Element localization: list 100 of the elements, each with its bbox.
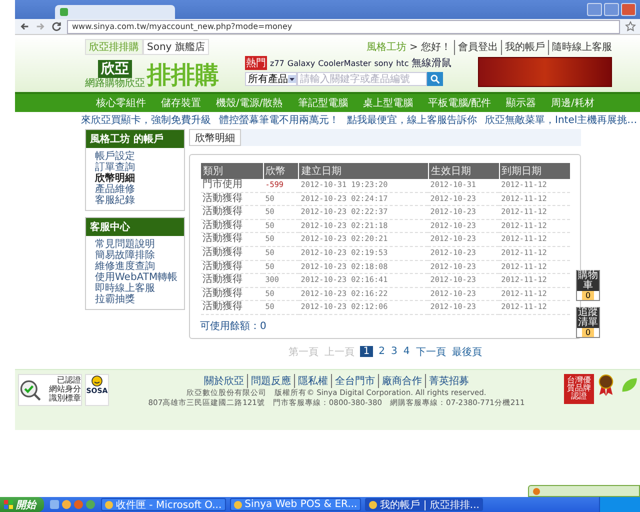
star-icon[interactable]: [625, 21, 636, 32]
sidebar-link[interactable]: 維修進度查詢: [95, 261, 184, 272]
promo-link[interactable]: 欣亞無敵菜單，Intel主機再展挑…: [485, 112, 638, 126]
logo-tagline: 網路購物欣亞: [85, 78, 145, 89]
table-cell: 門市使用: [200, 179, 264, 192]
footer-link[interactable]: 廠商合作: [378, 374, 422, 388]
taskbar-button[interactable]: 收件匣 - Microsoft O...: [101, 498, 226, 511]
reload-icon[interactable]: [51, 21, 62, 32]
windows-logo-icon: [4, 500, 13, 509]
column-header: 類別: [200, 163, 264, 179]
nav-link[interactable]: 周邊/耗材: [551, 96, 594, 110]
nav-link[interactable]: 機殼/電源/散熱: [216, 96, 283, 110]
sidebar-link[interactable]: 即時線上客服: [95, 283, 184, 294]
count-badge: 0: [582, 291, 594, 300]
sidebar-link[interactable]: 客服紀錄: [95, 195, 184, 206]
sidebar-link[interactable]: 常見問題說明: [95, 239, 184, 250]
close-icon[interactable]: [621, 3, 636, 16]
desktop-icon[interactable]: [50, 500, 59, 509]
search-field[interactable]: 請輸入關鍵字或產品編號: [297, 72, 427, 86]
table-cell: 活動獲得: [200, 206, 264, 220]
hot-keyword-link[interactable]: sony: [374, 58, 394, 68]
table-cell: 活動獲得: [200, 260, 264, 274]
footer-link[interactable]: 菁英招募: [425, 374, 469, 388]
count-badge: 0: [582, 328, 594, 337]
table-cell: 活動獲得: [200, 232, 264, 246]
user-link[interactable]: 我的帳戶: [501, 40, 545, 55]
taskbar-button[interactable]: 我的帳戶 | 欣亞排排...: [365, 498, 484, 511]
logo-text: 排排購: [147, 60, 219, 90]
page-icon: [60, 8, 68, 16]
promo-link[interactable]: 體控螢幕筆電不用兩萬元！: [219, 112, 339, 126]
pagination-link[interactable]: 下一頁: [416, 344, 446, 359]
balance-text: 可使用餘額：0: [200, 320, 268, 333]
logo-mark: 欣亞: [98, 60, 132, 78]
user-link[interactable]: > 您好！: [409, 40, 451, 55]
badge-text: 台灣優質品牌認證: [567, 376, 591, 401]
badge-text: 識別標章: [49, 395, 81, 403]
sidebar-link[interactable]: 拉霸抽獎: [95, 294, 184, 305]
minimize-icon[interactable]: [587, 3, 602, 16]
pagination-link[interactable]: 4: [403, 346, 410, 358]
pagination-link: 第一頁: [288, 346, 318, 359]
pagination-link[interactable]: 1: [360, 346, 373, 358]
smiley-icon: [91, 374, 103, 387]
footer-link[interactable]: 問題反應: [247, 374, 291, 388]
store-tab[interactable]: Sony 旗艦店: [143, 39, 209, 55]
promo-link[interactable]: 點我最便宜，線上客服告訴你: [347, 112, 477, 126]
pagination-link: 上一頁: [324, 346, 354, 359]
search-button[interactable]: [427, 72, 443, 86]
nav-link[interactable]: 顯示器: [506, 96, 536, 110]
sidebar-link[interactable]: 帳戶設定: [95, 151, 184, 162]
hot-keyword-link[interactable]: htc: [396, 58, 409, 68]
hot-keyword-link[interactable]: CoolerMaster: [318, 58, 372, 68]
section-tab[interactable]: 欣幣明細: [189, 129, 241, 146]
nav-link[interactable]: 平板電腦/配件: [428, 96, 492, 110]
sidebar-link[interactable]: 欣幣明細: [95, 173, 184, 184]
nav-link[interactable]: 筆記型電腦: [298, 96, 348, 110]
footer-link[interactable]: 隱私權: [294, 374, 328, 388]
table-cell: 活動獲得: [200, 246, 264, 260]
category-dropdown[interactable]: 所有產品: [245, 72, 297, 86]
column-header: 生效日期: [428, 163, 500, 179]
sidebar-link[interactable]: 產品維修: [95, 184, 184, 195]
nav-link[interactable]: 儲存裝置: [161, 96, 201, 110]
floating-widget[interactable]: 購物車 0: [576, 270, 600, 301]
caret-icon: [288, 75, 296, 83]
nav-link[interactable]: 桌上型電腦: [362, 96, 413, 110]
address-field[interactable]: www.sinya.com.tw/myaccount_new.php?mode=money: [67, 20, 620, 34]
pagination-link[interactable]: 2: [378, 346, 385, 358]
back-icon[interactable]: [19, 21, 30, 32]
table-cell: 活動獲得: [200, 287, 264, 301]
footer-link[interactable]: 全台門市: [331, 374, 375, 388]
nav-link[interactable]: 核心零組件: [96, 96, 146, 110]
column-header: 欣幣: [263, 163, 299, 179]
footer-link[interactable]: 關於欣亞: [204, 374, 244, 388]
hot-keyword-link[interactable]: Galaxy: [287, 58, 316, 68]
sidebar-link[interactable]: 簡易故障排除: [95, 250, 184, 261]
start-button[interactable]: 開始: [0, 497, 44, 512]
sidebar-link[interactable]: 使用WebATM轉帳: [95, 272, 184, 283]
banner-image[interactable]: [478, 57, 612, 87]
status-dot-icon: [533, 488, 540, 494]
column-header: 到期日期: [499, 163, 570, 179]
widget-label: 追蹤清單: [577, 308, 599, 328]
user-link[interactable]: 隨時線上客服: [548, 40, 612, 55]
pagination-link[interactable]: 3: [391, 346, 398, 358]
sidebar-link[interactable]: 訂單查詢: [95, 162, 184, 173]
search-icon: [430, 74, 440, 84]
table-cell: 活動獲得: [200, 300, 264, 314]
hot-keyword-link[interactable]: z77: [270, 58, 284, 68]
hot-keyword-link[interactable]: 無線滑鼠: [412, 56, 452, 70]
widget-label: 購物車: [577, 271, 599, 291]
pagination-link[interactable]: 最後頁: [452, 344, 482, 359]
taskbar-button[interactable]: Sinya Web POS & ER...: [230, 498, 362, 511]
sidebar-heading: 客服中心: [86, 218, 184, 236]
magnifier-check-icon: [19, 378, 41, 401]
restore-icon[interactable]: [604, 3, 619, 16]
hot-label: 熱門: [245, 56, 267, 70]
user-link[interactable]: 會員登出: [454, 40, 498, 55]
forward-icon[interactable]: [35, 21, 46, 32]
table-cell: 活動獲得: [200, 274, 264, 288]
promo-link[interactable]: 來欣亞買顯卡，強制免費升級: [81, 112, 211, 126]
floating-widget[interactable]: 追蹤清單 0: [576, 307, 600, 338]
medal-icon: [597, 374, 615, 396]
